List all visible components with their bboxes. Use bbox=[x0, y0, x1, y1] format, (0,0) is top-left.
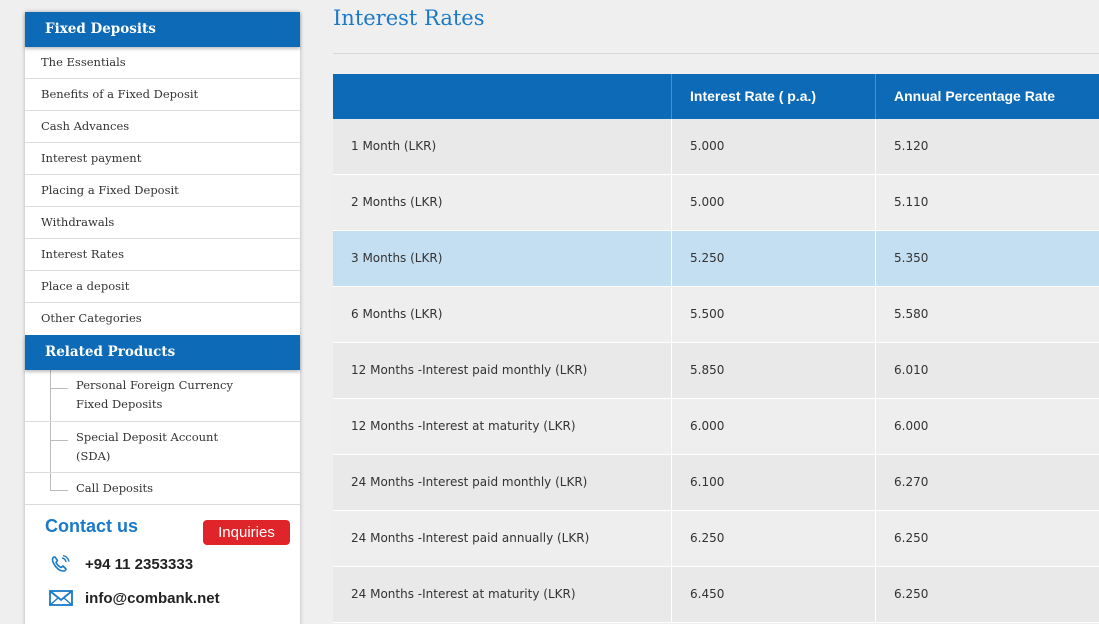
table-row: 6 Months (LKR) 5.500 5.580 bbox=[333, 287, 1099, 343]
sidebar: Fixed Deposits The Essentials Benefits o… bbox=[25, 12, 300, 624]
contact-phone[interactable]: +94 11 2353333 bbox=[49, 553, 193, 575]
related-item-label-line1: Special Deposit Account bbox=[76, 430, 219, 444]
rate-cell: 5.000 bbox=[672, 175, 876, 230]
rate-cell: 5.850 bbox=[672, 343, 876, 398]
table-header: Interest Rate ( p.a.) Annual Percentage … bbox=[333, 74, 1099, 119]
related-item-label-line1: Call Deposits bbox=[76, 481, 154, 495]
rate-cell: 6.000 bbox=[672, 399, 876, 454]
tree-line bbox=[50, 370, 51, 421]
contact-email[interactable]: info@combank.net bbox=[49, 587, 220, 609]
sidebar-item-placing-deposit[interactable]: Placing a Fixed Deposit bbox=[25, 175, 300, 207]
rate-cell: 5.000 bbox=[672, 119, 876, 174]
term-cell: 12 Months -Interest at maturity (LKR) bbox=[333, 399, 672, 454]
rate-cell: 5.500 bbox=[672, 287, 876, 342]
term-cell: 2 Months (LKR) bbox=[333, 175, 672, 230]
interest-rates-table: Interest Rate ( p.a.) Annual Percentage … bbox=[333, 74, 1099, 623]
apr-cell: 6.250 bbox=[894, 587, 929, 601]
table-row-highlighted: 3 Months (LKR) 5.250 5.350 bbox=[333, 231, 1099, 287]
rate-cell: 6.100 bbox=[672, 455, 876, 510]
apr-cell: 6.250 bbox=[894, 531, 929, 545]
header-term bbox=[333, 74, 672, 119]
sidebar-item-place-deposit[interactable]: Place a deposit bbox=[25, 271, 300, 303]
table-row: 2 Months (LKR) 5.000 5.110 bbox=[333, 175, 1099, 231]
table-row: 24 Months -Interest paid annually (LKR) … bbox=[333, 511, 1099, 567]
apr-cell: 5.580 bbox=[894, 307, 929, 321]
term-cell: 6 Months (LKR) bbox=[333, 287, 672, 342]
term-cell: 3 Months (LKR) bbox=[333, 231, 672, 286]
header-apr: Annual Percentage Rate bbox=[894, 88, 1056, 104]
phone-number: +94 11 2353333 bbox=[85, 555, 194, 573]
term-cell: 1 Month (LKR) bbox=[333, 119, 672, 174]
term-cell: 24 Months -Interest paid annually (LKR) bbox=[333, 511, 672, 566]
apr-cell: 6.000 bbox=[894, 419, 929, 433]
tree-line bbox=[50, 422, 51, 472]
title-divider bbox=[333, 53, 1099, 54]
contact-title: Contact us bbox=[45, 516, 139, 536]
rate-cell: 6.250 bbox=[672, 511, 876, 566]
sidebar-item-interest-rates[interactable]: Interest Rates bbox=[25, 239, 300, 271]
apr-cell: 5.350 bbox=[894, 251, 929, 265]
tree-line bbox=[50, 473, 51, 490]
sidebar-heading: Fixed Deposits bbox=[25, 12, 300, 47]
rate-cell: 5.250 bbox=[672, 231, 876, 286]
apr-cell: 5.110 bbox=[894, 195, 929, 209]
term-cell: 12 Months -Interest paid monthly (LKR) bbox=[333, 343, 672, 398]
apr-cell: 6.010 bbox=[894, 363, 929, 377]
related-item-label-line2: (SDA) bbox=[76, 449, 111, 463]
envelope-icon bbox=[49, 590, 73, 606]
rate-cell: 6.450 bbox=[672, 567, 876, 622]
header-interest-rate: Interest Rate ( p.a.) bbox=[672, 74, 876, 119]
table-row: 24 Months -Interest at maturity (LKR) 6.… bbox=[333, 567, 1099, 623]
tree-branch bbox=[50, 440, 68, 441]
page-title: Interest Rates bbox=[333, 6, 485, 30]
related-item-label-line1: Personal Foreign Currency bbox=[76, 378, 233, 392]
related-item-foreign-currency-fd[interactable]: Personal Foreign Currency Fixed Deposits bbox=[25, 370, 300, 422]
sidebar-item-withdrawals[interactable]: Withdrawals bbox=[25, 207, 300, 239]
sidebar-item-other-categories[interactable]: Other Categories bbox=[25, 303, 300, 335]
related-item-call-deposits[interactable]: Call Deposits bbox=[25, 473, 300, 505]
table-row: 12 Months -Interest at maturity (LKR) 6.… bbox=[333, 399, 1099, 455]
apr-cell: 6.270 bbox=[894, 475, 929, 489]
phone-icon bbox=[51, 554, 70, 572]
term-cell: 24 Months -Interest at maturity (LKR) bbox=[333, 567, 672, 622]
term-cell: 24 Months -Interest paid monthly (LKR) bbox=[333, 455, 672, 510]
related-item-sda[interactable]: Special Deposit Account (SDA) bbox=[25, 422, 300, 473]
email-address: info@combank.net bbox=[85, 589, 220, 607]
related-item-label-line2: Fixed Deposits bbox=[76, 397, 163, 411]
contact-panel: Contact us Inquiries +94 11 2353333 info… bbox=[25, 505, 300, 624]
sidebar-menu: The Essentials Benefits of a Fixed Depos… bbox=[25, 47, 300, 335]
sidebar-item-interest-payment[interactable]: Interest payment bbox=[25, 143, 300, 175]
table-row: 24 Months -Interest paid monthly (LKR) 6… bbox=[333, 455, 1099, 511]
related-products-list: Personal Foreign Currency Fixed Deposits… bbox=[25, 370, 300, 505]
tree-branch bbox=[50, 388, 68, 389]
inquiries-button[interactable]: Inquiries bbox=[203, 520, 290, 545]
related-products-heading: Related Products bbox=[25, 335, 300, 370]
tree-branch bbox=[50, 490, 68, 491]
table-row: 12 Months -Interest paid monthly (LKR) 5… bbox=[333, 343, 1099, 399]
table-row: 1 Month (LKR) 5.000 5.120 bbox=[333, 119, 1099, 175]
sidebar-item-benefits[interactable]: Benefits of a Fixed Deposit bbox=[25, 79, 300, 111]
sidebar-item-the-essentials[interactable]: The Essentials bbox=[25, 47, 300, 79]
sidebar-item-cash-advances[interactable]: Cash Advances bbox=[25, 111, 300, 143]
apr-cell: 5.120 bbox=[894, 139, 929, 153]
